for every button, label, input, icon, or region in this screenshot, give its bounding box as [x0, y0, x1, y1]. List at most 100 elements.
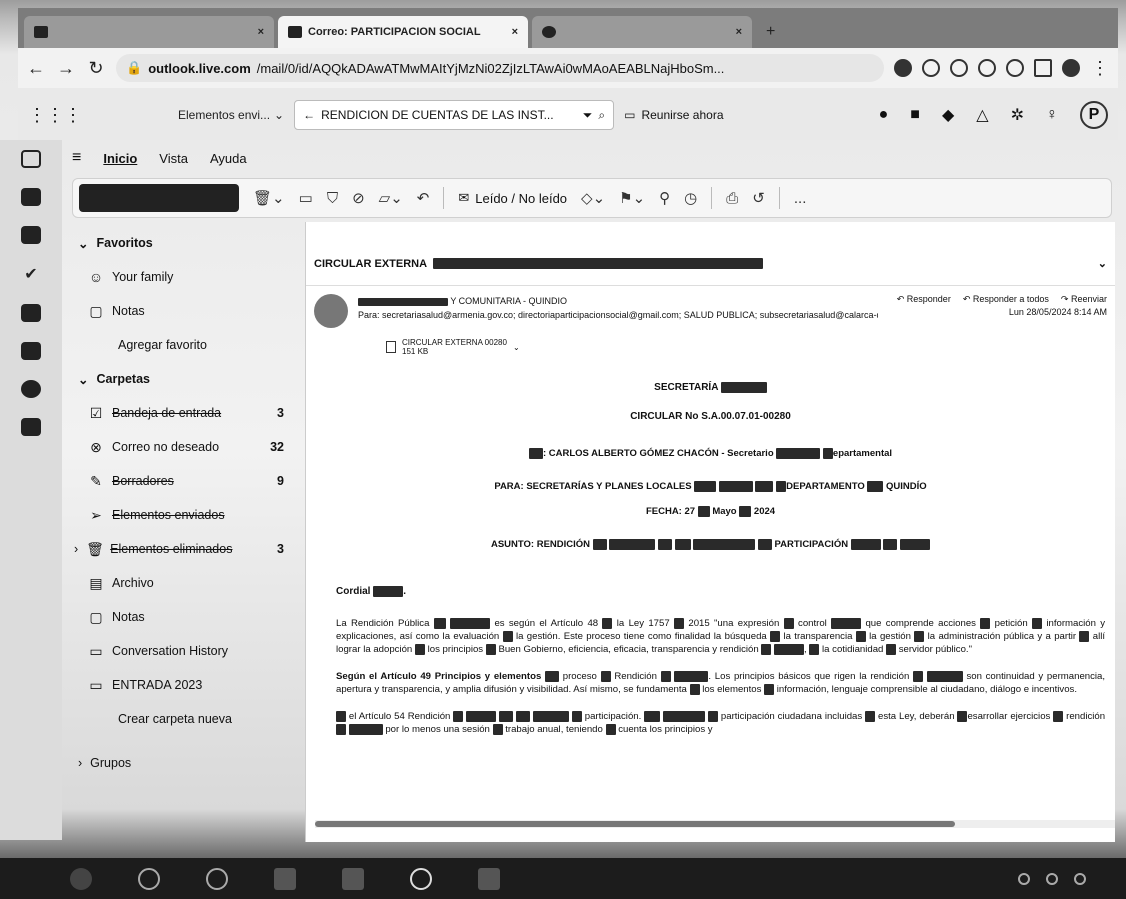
attachment[interactable]: CIRCULAR EXTERNA 00280 151 KB ⌄ [386, 338, 1115, 356]
chevron-down-icon[interactable]: ⌄ [513, 343, 520, 352]
tag-icon[interactable]: ◇⌄ [581, 189, 605, 207]
folder-item-archive[interactable]: ▤ Archivo [70, 566, 298, 600]
zoom-icon[interactable] [950, 59, 968, 77]
app-launcher-icon[interactable]: ⋮⋮⋮ [28, 105, 82, 126]
excel-icon[interactable] [21, 342, 41, 360]
recipients-line[interactable]: Para: secretariasalud@armenia.gov.co; di… [358, 308, 878, 322]
hamburger-icon[interactable]: ≡ [72, 149, 81, 167]
folder-item-conversation-history[interactable]: ▭ Conversation History [70, 634, 298, 668]
teams-icon[interactable]: ● [879, 106, 889, 124]
browser-tab[interactable]: × [24, 16, 274, 48]
network-icon[interactable] [1018, 872, 1030, 885]
kebab-menu-icon[interactable]: ⋮ [1090, 58, 1110, 79]
reload-icon[interactable]: ↻ [86, 58, 106, 79]
folder-item-inbox[interactable]: ☑ Bandeja de entrada 3 [70, 396, 298, 430]
extension-icon[interactable] [894, 59, 912, 77]
groups-header[interactable]: › Grupos [70, 746, 298, 780]
new-mail-button[interactable] [79, 184, 239, 212]
more-options-button[interactable]: ... [794, 190, 807, 207]
folder-item-notes[interactable]: ▢ Notas [70, 600, 298, 634]
people-rail-icon[interactable] [21, 226, 41, 244]
move-to-icon[interactable]: ▱⌄ [379, 189, 403, 207]
google-icon[interactable] [922, 59, 940, 77]
body-text: la gestión. Este proceso tiene como fina… [515, 631, 767, 643]
folder-item[interactable]: ☺ Your family [70, 260, 298, 294]
new-folder-link[interactable]: Crear carpeta nueva [70, 702, 298, 736]
media-player-icon[interactable] [274, 867, 296, 890]
address-bar[interactable]: 🔒 outlook.live.com/mail/0/id/AQQkADAwATM… [116, 54, 884, 82]
add-favorite-label: Agregar favorito [118, 338, 207, 352]
read-unread-button[interactable]: ✉ Leído / No leído [458, 190, 567, 206]
chrome-icon[interactable] [410, 867, 432, 890]
archive-icon[interactable]: ▭ [299, 189, 313, 207]
tips-icon[interactable]: ♀ [1046, 106, 1058, 124]
close-tab-icon[interactable]: × [736, 26, 742, 38]
chevron-down-icon[interactable]: ⌄ [1098, 257, 1107, 270]
onedrive-icon[interactable] [21, 380, 41, 398]
tab-vista[interactable]: Vista [159, 151, 188, 166]
reply-all-button[interactable]: ↶ Responder a todos [963, 294, 1049, 305]
avatar[interactable]: P [1080, 101, 1108, 129]
filter-icon[interactable]: ⏷ [583, 108, 593, 123]
back-arrow-icon[interactable]: ← [303, 108, 315, 122]
profile-icon[interactable] [1062, 59, 1080, 77]
browser-tab-active[interactable]: Correo: PARTICIPACION SOCIAL × [278, 16, 528, 48]
reply-button[interactable]: ↶ Responder [897, 294, 951, 305]
mail-icon[interactable] [21, 150, 41, 168]
close-tab-icon[interactable]: × [512, 26, 518, 38]
horizontal-scrollbar[interactable] [315, 820, 1115, 828]
volume-icon[interactable] [1046, 872, 1058, 885]
close-tab-icon[interactable]: × [258, 26, 264, 38]
delete-icon[interactable]: 🗑⌄ [253, 189, 285, 207]
todo-check-icon[interactable]: ✔ [24, 264, 37, 284]
word-icon[interactable] [21, 304, 41, 322]
search-icon[interactable]: ⌕ [598, 108, 605, 123]
star-icon[interactable] [1006, 59, 1024, 77]
undo-icon[interactable]: ↶ [417, 189, 430, 207]
scrollbar-thumb[interactable] [315, 821, 955, 827]
add-favorite-link[interactable]: Agregar favorito [70, 328, 298, 362]
cortana-icon[interactable] [206, 867, 228, 890]
pin-icon[interactable]: ⚲ [659, 189, 670, 207]
search-input[interactable]: ← RENDICION DE CUENTAS DE LAS INST... ⏷ … [294, 100, 615, 130]
redacted-text [693, 539, 756, 551]
folder-item-entrada-2023[interactable]: ▭ ENTRADA 2023 [70, 668, 298, 702]
battery-icon[interactable] [1074, 872, 1086, 885]
search-task-icon[interactable] [138, 867, 160, 890]
report-icon[interactable]: ⛉ [327, 190, 338, 207]
bell-icon[interactable]: △ [976, 105, 988, 125]
folder-item-junk[interactable]: ⊗ Correo no deseado 32 [70, 430, 298, 464]
body-text: la transparencia [783, 631, 853, 643]
folder-item-deleted[interactable]: › 🗑 Elementos eliminados 3 [70, 532, 298, 566]
meet-now-button[interactable]: ▭ Reunirse ahora [624, 108, 723, 122]
folder-item-sent[interactable]: ➢ Elementos enviados [70, 498, 298, 532]
calendar-rail-icon[interactable] [21, 188, 41, 206]
calendar-icon[interactable]: ■ [910, 106, 920, 124]
favorites-header[interactable]: ⌄ Favoritos [70, 226, 298, 260]
search-scope-dropdown[interactable]: Elementos envi... ⌄ [178, 108, 284, 122]
folder-item-drafts[interactable]: ✎ Borradores 9 [70, 464, 298, 498]
sidepanel-icon[interactable] [1034, 59, 1052, 77]
feedback-icon[interactable]: ◆ [942, 105, 954, 125]
gear-icon[interactable]: ✲ [1011, 105, 1024, 125]
browser-tab[interactable]: × [532, 16, 752, 48]
folder-item[interactable]: ▢ Notas [70, 294, 298, 328]
undo-alt-icon[interactable]: ↺ [752, 189, 765, 207]
store-icon[interactable] [342, 867, 364, 890]
sweep-icon[interactable]: ⊘ [352, 189, 365, 207]
back-icon[interactable]: ← [26, 58, 46, 79]
snooze-icon[interactable]: ◷ [684, 189, 697, 207]
files-icon[interactable] [478, 867, 500, 890]
tab-inicio[interactable]: Inicio [103, 151, 137, 166]
tab-ayuda[interactable]: Ayuda [210, 151, 247, 166]
windows-start-icon[interactable] [70, 867, 92, 890]
folders-header[interactable]: ⌄ Carpetas [70, 362, 298, 396]
print-icon[interactable]: ⎙ [726, 190, 738, 207]
new-tab-button[interactable]: + [756, 16, 786, 48]
forward-icon[interactable]: → [56, 58, 76, 79]
forward-button[interactable]: ↷ Reenviar [1061, 294, 1107, 305]
share-icon[interactable] [978, 59, 996, 77]
flag-icon[interactable]: ⚑⌄ [619, 189, 645, 207]
tab-favicon-icon [34, 26, 48, 38]
apps-icon[interactable] [21, 418, 41, 436]
